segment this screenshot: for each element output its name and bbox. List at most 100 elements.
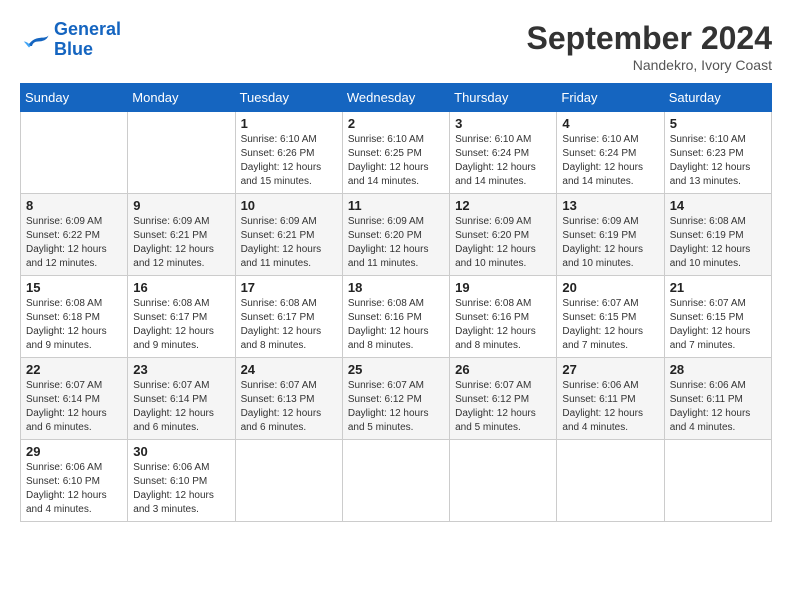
logo-blue: Blue bbox=[54, 39, 93, 59]
calendar-cell bbox=[557, 440, 664, 522]
calendar-cell: 17Sunrise: 6:08 AMSunset: 6:17 PMDayligh… bbox=[235, 276, 342, 358]
day-info: Sunrise: 6:10 AMSunset: 6:24 PMDaylight:… bbox=[562, 133, 658, 189]
calendar-header-sunday: Sunday bbox=[21, 84, 128, 112]
day-info: Sunrise: 6:08 AMSunset: 6:18 PMDaylight:… bbox=[26, 297, 122, 353]
calendar-cell: 27 Sunrise: 6:06 AMSunset: 6:11 PMDayligh… bbox=[557, 358, 664, 440]
day-info: Sunrise: 6:10 AMSunset: 6:25 PMDaylight:… bbox=[348, 133, 444, 189]
title-area: September 2024 Nandekro, Ivory Coast bbox=[527, 20, 772, 73]
day-info: Sunrise: 6:07 AMSunset: 6:13 PMDaylight:… bbox=[241, 379, 337, 435]
day-info: Sunrise: 6:09 AMSunset: 6:22 PMDaylight:… bbox=[26, 215, 122, 271]
day-number: 27 bbox=[562, 362, 658, 377]
calendar-cell: 23 Sunrise: 6:07 AMSunset: 6:14 PMDayligh… bbox=[128, 358, 235, 440]
calendar-cell: 16 Sunrise: 6:08 AMSunset: 6:17 PMDayligh… bbox=[128, 276, 235, 358]
calendar-header-friday: Friday bbox=[557, 84, 664, 112]
logo-bird-icon bbox=[20, 25, 50, 55]
calendar-cell: 29 Sunrise: 6:06 AMSunset: 6:10 PMDayligh… bbox=[21, 440, 128, 522]
calendar-cell bbox=[128, 112, 235, 194]
day-info: Sunrise: 6:08 AMSunset: 6:19 PMDaylight:… bbox=[670, 215, 766, 271]
calendar-header-monday: Monday bbox=[128, 84, 235, 112]
day-number: 8 bbox=[26, 198, 122, 213]
day-number: 10 bbox=[241, 198, 337, 213]
day-info: Sunrise: 6:09 AMSunset: 6:21 PMDaylight:… bbox=[241, 215, 337, 271]
header-area: General Blue September 2024 Nandekro, Iv… bbox=[20, 20, 772, 73]
day-info: Sunrise: 6:06 AMSunset: 6:11 PMDaylight:… bbox=[562, 379, 658, 435]
day-number: 24 bbox=[241, 362, 337, 377]
month-year-title: September 2024 bbox=[527, 20, 772, 57]
day-number: 2 bbox=[348, 116, 444, 131]
day-info: Sunrise: 6:08 AMSunset: 6:16 PMDaylight:… bbox=[348, 297, 444, 353]
calendar-week-row: 15 Sunrise: 6:08 AMSunset: 6:18 PMDayligh… bbox=[21, 276, 772, 358]
calendar-cell: 8 Sunrise: 6:09 AMSunset: 6:22 PMDaylight… bbox=[21, 194, 128, 276]
day-number: 20 bbox=[562, 280, 658, 295]
calendar-cell bbox=[342, 440, 449, 522]
day-number: 16 bbox=[133, 280, 229, 295]
calendar-header-saturday: Saturday bbox=[664, 84, 771, 112]
calendar-cell: 15 Sunrise: 6:08 AMSunset: 6:18 PMDayligh… bbox=[21, 276, 128, 358]
day-info: Sunrise: 6:06 AMSunset: 6:10 PMDaylight:… bbox=[26, 461, 122, 517]
calendar-cell: 11 Sunrise: 6:09 AMSunset: 6:20 PMDayligh… bbox=[342, 194, 449, 276]
calendar-week-row: 8 Sunrise: 6:09 AMSunset: 6:22 PMDaylight… bbox=[21, 194, 772, 276]
calendar-cell: 9 Sunrise: 6:09 AMSunset: 6:21 PMDaylight… bbox=[128, 194, 235, 276]
day-info: Sunrise: 6:09 AMSunset: 6:20 PMDaylight:… bbox=[455, 215, 551, 271]
calendar-cell: 13 Sunrise: 6:09 AMSunset: 6:19 PMDayligh… bbox=[557, 194, 664, 276]
calendar-week-row: 1Sunrise: 6:10 AMSunset: 6:26 PMDaylight… bbox=[21, 112, 772, 194]
day-number: 23 bbox=[133, 362, 229, 377]
calendar-cell: 2 Sunrise: 6:10 AMSunset: 6:25 PMDaylight… bbox=[342, 112, 449, 194]
calendar-cell bbox=[21, 112, 128, 194]
logo-text: General Blue bbox=[54, 20, 121, 60]
calendar-header-row: SundayMondayTuesdayWednesdayThursdayFrid… bbox=[21, 84, 772, 112]
day-info: Sunrise: 6:07 AMSunset: 6:15 PMDaylight:… bbox=[562, 297, 658, 353]
day-info: Sunrise: 6:07 AMSunset: 6:14 PMDaylight:… bbox=[133, 379, 229, 435]
calendar-cell: 5Sunrise: 6:10 AMSunset: 6:23 PMDaylight… bbox=[664, 112, 771, 194]
day-info: Sunrise: 6:07 AMSunset: 6:15 PMDaylight:… bbox=[670, 297, 766, 353]
calendar-cell bbox=[450, 440, 557, 522]
day-number: 13 bbox=[562, 198, 658, 213]
day-number: 22 bbox=[26, 362, 122, 377]
day-info: Sunrise: 6:09 AMSunset: 6:21 PMDaylight:… bbox=[133, 215, 229, 271]
day-number: 25 bbox=[348, 362, 444, 377]
day-info: Sunrise: 6:09 AMSunset: 6:19 PMDaylight:… bbox=[562, 215, 658, 271]
logo: General Blue bbox=[20, 20, 121, 60]
day-info: Sunrise: 6:07 AMSunset: 6:12 PMDaylight:… bbox=[348, 379, 444, 435]
day-info: Sunrise: 6:08 AMSunset: 6:17 PMDaylight:… bbox=[133, 297, 229, 353]
day-number: 28 bbox=[670, 362, 766, 377]
calendar-cell: 3Sunrise: 6:10 AMSunset: 6:24 PMDaylight… bbox=[450, 112, 557, 194]
location-subtitle: Nandekro, Ivory Coast bbox=[527, 57, 772, 73]
calendar-cell bbox=[664, 440, 771, 522]
day-number: 5 bbox=[670, 116, 766, 131]
calendar-header-wednesday: Wednesday bbox=[342, 84, 449, 112]
calendar-cell: 18 Sunrise: 6:08 AMSunset: 6:16 PMDayligh… bbox=[342, 276, 449, 358]
day-info: Sunrise: 6:06 AMSunset: 6:11 PMDaylight:… bbox=[670, 379, 766, 435]
day-info: Sunrise: 6:07 AMSunset: 6:14 PMDaylight:… bbox=[26, 379, 122, 435]
calendar-cell: 14 Sunrise: 6:08 AMSunset: 6:19 PMDayligh… bbox=[664, 194, 771, 276]
calendar-header-tuesday: Tuesday bbox=[235, 84, 342, 112]
day-number: 1 bbox=[241, 116, 337, 131]
day-info: Sunrise: 6:10 AMSunset: 6:24 PMDaylight:… bbox=[455, 133, 551, 189]
calendar-cell: 24 Sunrise: 6:07 AMSunset: 6:13 PMDayligh… bbox=[235, 358, 342, 440]
calendar-week-row: 22 Sunrise: 6:07 AMSunset: 6:14 PMDayligh… bbox=[21, 358, 772, 440]
day-info: Sunrise: 6:08 AMSunset: 6:16 PMDaylight:… bbox=[455, 297, 551, 353]
day-number: 11 bbox=[348, 198, 444, 213]
day-number: 29 bbox=[26, 444, 122, 459]
day-number: 14 bbox=[670, 198, 766, 213]
calendar-header-thursday: Thursday bbox=[450, 84, 557, 112]
day-number: 26 bbox=[455, 362, 551, 377]
calendar-cell: 1Sunrise: 6:10 AMSunset: 6:26 PMDaylight… bbox=[235, 112, 342, 194]
calendar-cell: 19Sunrise: 6:08 AMSunset: 6:16 PMDayligh… bbox=[450, 276, 557, 358]
calendar-cell: 12Sunrise: 6:09 AMSunset: 6:20 PMDayligh… bbox=[450, 194, 557, 276]
day-info: Sunrise: 6:06 AMSunset: 6:10 PMDaylight:… bbox=[133, 461, 229, 517]
day-number: 18 bbox=[348, 280, 444, 295]
logo-general: General bbox=[54, 19, 121, 39]
day-number: 21 bbox=[670, 280, 766, 295]
day-number: 9 bbox=[133, 198, 229, 213]
day-number: 15 bbox=[26, 280, 122, 295]
day-info: Sunrise: 6:08 AMSunset: 6:17 PMDaylight:… bbox=[241, 297, 337, 353]
calendar-cell: 30 Sunrise: 6:06 AMSunset: 6:10 PMDayligh… bbox=[128, 440, 235, 522]
calendar-cell: 22 Sunrise: 6:07 AMSunset: 6:14 PMDayligh… bbox=[21, 358, 128, 440]
calendar-cell: 28 Sunrise: 6:06 AMSunset: 6:11 PMDayligh… bbox=[664, 358, 771, 440]
day-info: Sunrise: 6:09 AMSunset: 6:20 PMDaylight:… bbox=[348, 215, 444, 271]
calendar-table: SundayMondayTuesdayWednesdayThursdayFrid… bbox=[20, 83, 772, 522]
calendar-cell: 21 Sunrise: 6:07 AMSunset: 6:15 PMDayligh… bbox=[664, 276, 771, 358]
calendar-cell: 26Sunrise: 6:07 AMSunset: 6:12 PMDayligh… bbox=[450, 358, 557, 440]
day-number: 30 bbox=[133, 444, 229, 459]
